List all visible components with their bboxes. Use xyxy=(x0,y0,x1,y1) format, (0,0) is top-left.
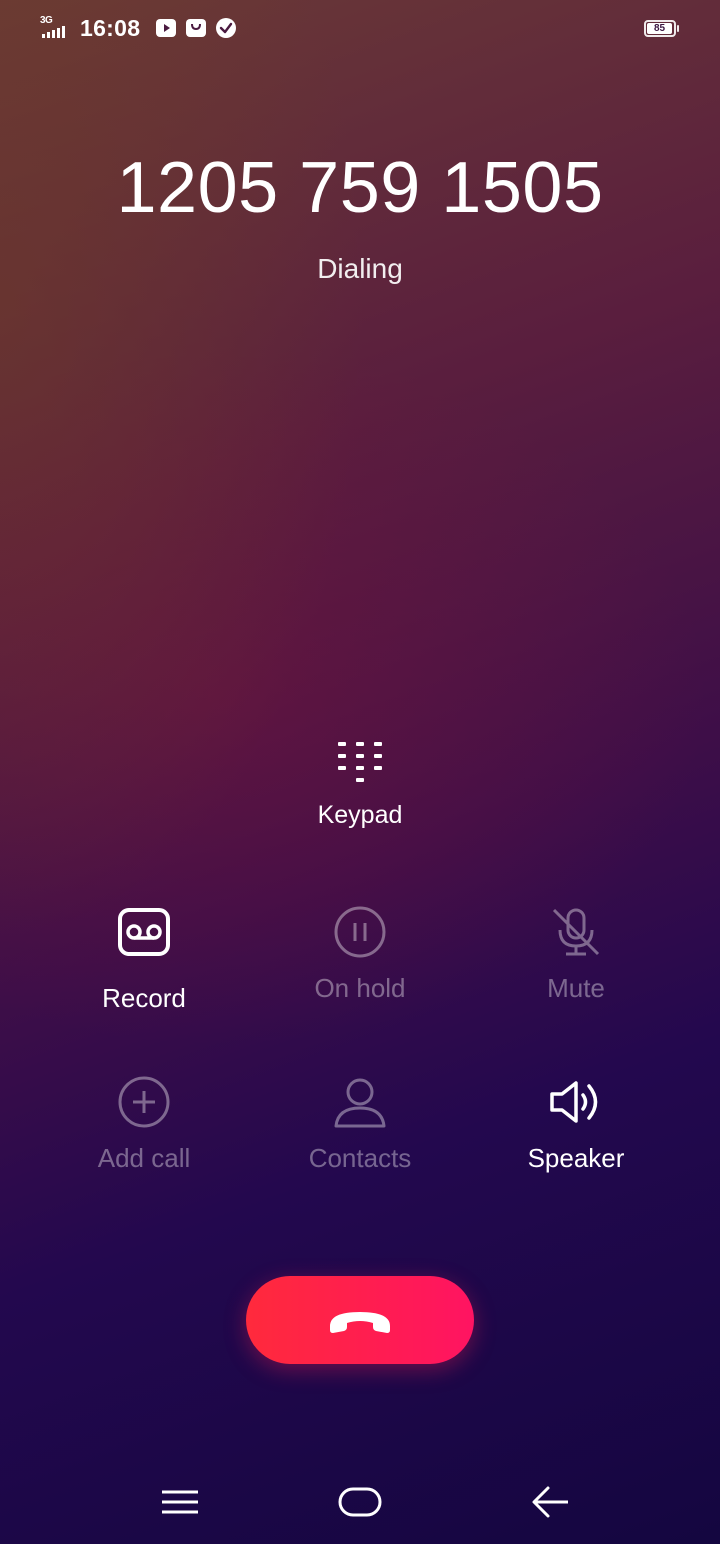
status-bar: 3G 16:08 85 xyxy=(0,0,720,56)
phone-number: 1205 759 1505 xyxy=(116,148,604,228)
keypad-button[interactable]: Keypad xyxy=(260,732,460,842)
record-icon xyxy=(118,908,170,956)
pause-icon xyxy=(334,906,386,958)
plus-circle-icon xyxy=(118,1076,170,1128)
end-call-button[interactable] xyxy=(246,1276,474,1364)
on-hold-label: On hold xyxy=(314,973,406,1003)
keypad-label: Keypad xyxy=(317,801,403,829)
mute-label: Mute xyxy=(547,973,605,1003)
person-icon xyxy=(334,1078,386,1128)
speaker-button[interactable]: Speaker xyxy=(476,1074,676,1204)
home-icon[interactable] xyxy=(330,1476,390,1528)
contacts-label: Contacts xyxy=(308,1143,412,1173)
keypad-icon xyxy=(338,742,382,782)
signal-indicator: 3G xyxy=(40,16,76,38)
add-call-button[interactable]: Add call xyxy=(44,1074,244,1204)
battery-level: 85 xyxy=(647,23,672,34)
status-time: 16:08 xyxy=(80,15,141,41)
speaker-label: Speaker xyxy=(527,1143,625,1173)
signal-bars-icon xyxy=(42,26,65,38)
check-circle-icon xyxy=(216,18,236,38)
call-status: Dialing xyxy=(317,253,403,284)
back-icon[interactable] xyxy=(520,1476,580,1528)
youtube-icon xyxy=(156,19,176,37)
speaker-icon xyxy=(550,1081,598,1123)
record-label: Record xyxy=(102,983,186,1013)
on-hold-button[interactable]: On hold xyxy=(260,904,460,1034)
record-button[interactable]: Record xyxy=(44,904,244,1034)
add-call-label: Add call xyxy=(97,1143,191,1173)
menu-icon[interactable] xyxy=(150,1476,210,1528)
hang-up-icon xyxy=(330,1312,390,1333)
shopping-bag-icon xyxy=(186,19,206,37)
mute-button[interactable]: Mute xyxy=(476,904,676,1034)
mic-off-icon xyxy=(552,908,600,956)
battery-icon: 85 xyxy=(644,20,679,37)
contacts-button[interactable]: Contacts xyxy=(260,1074,460,1204)
